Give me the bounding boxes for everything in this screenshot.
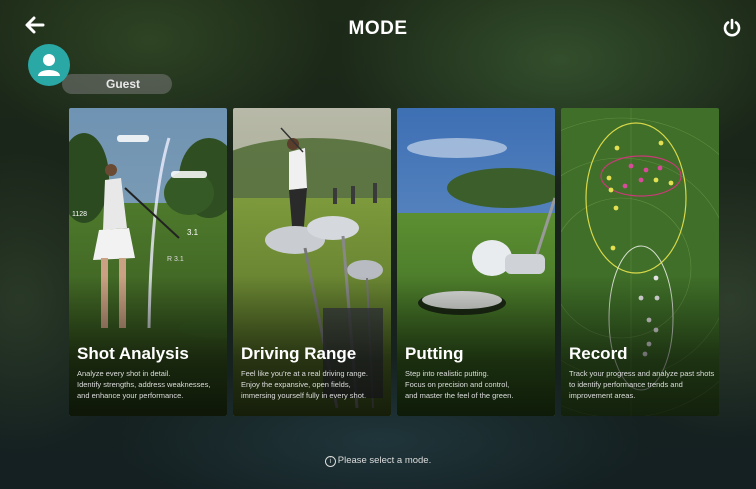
card-title: Record <box>569 344 628 363</box>
card-description: Feel like you're at a real driving range… <box>241 369 368 400</box>
card-description: Analyze every shot in detail. Identify s… <box>77 369 211 400</box>
user-icon <box>38 54 60 76</box>
user-name: Guest <box>106 77 141 91</box>
top-bar: MODE <box>0 0 756 52</box>
info-icon: i <box>324 456 336 467</box>
card-description: Step into realistic putting. Focus on pr… <box>405 369 514 400</box>
hint-text: Please select a mode. <box>337 455 432 466</box>
card-title: Putting <box>405 344 464 363</box>
mode-card-record[interactable]: Record Track your progress and analyze p… <box>561 108 719 416</box>
mode-card-shot-analysis[interactable]: 1128 3.1 R 3.1 Shot Analysis Analyze eve… <box>69 108 227 416</box>
carry-readout: 1128 <box>72 211 87 218</box>
card-description: Track your progress and analyze past sho… <box>569 369 715 400</box>
card-title: Shot Analysis <box>77 344 189 363</box>
power-button[interactable] <box>722 18 742 38</box>
mode-card-putting[interactable]: Putting Step into realistic putting. Foc… <box>397 108 555 416</box>
card-title: Driving Range <box>241 344 357 363</box>
mode-card-driving-range[interactable]: Driving Range Feel like you're at a real… <box>233 108 391 416</box>
user-name-pill[interactable]: Guest <box>62 74 172 94</box>
mode-cards: 1128 3.1 R 3.1 Shot Analysis Analyze eve… <box>69 108 719 416</box>
power-icon <box>723 18 741 37</box>
avatar[interactable] <box>28 44 70 86</box>
footer-hint: i Please select a mode. <box>0 455 756 467</box>
spin-readout: R 3.1 <box>167 256 184 263</box>
angle-readout: 3.1 <box>187 228 199 237</box>
page-title: MODE <box>348 18 408 39</box>
